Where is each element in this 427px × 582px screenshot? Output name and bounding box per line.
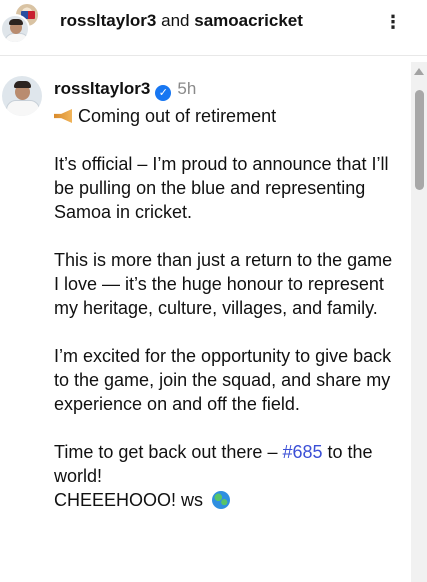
caption-paragraph: It’s official – I’m proud to announce th… bbox=[54, 154, 389, 222]
avatar-rossltaylor3[interactable] bbox=[0, 14, 30, 44]
megaphone-icon bbox=[54, 109, 72, 123]
header-title: rossltaylor3 and samoacricket bbox=[60, 10, 303, 32]
caption-signoff: CHEEEHOOO! ws bbox=[54, 490, 204, 510]
post-username-link[interactable]: rossltaylor3 bbox=[54, 79, 150, 98]
header-collab-link[interactable]: samoacricket bbox=[194, 11, 303, 30]
post-caption: Coming out of retirement It’s official –… bbox=[54, 104, 399, 536]
globe-icon bbox=[212, 491, 231, 509]
post: rossltaylor3 ✓ 5h Coming out of retirement… bbox=[0, 56, 410, 582]
header-user-link[interactable]: rossltaylor3 bbox=[60, 11, 156, 30]
collab-avatars[interactable] bbox=[0, 0, 48, 48]
caption-paragraph: I’m excited for the opportunity to give … bbox=[54, 346, 392, 414]
more-options-icon[interactable]: ⋮ bbox=[381, 12, 405, 32]
post-timestamp[interactable]: 5h bbox=[177, 79, 196, 98]
scrollbar-thumb[interactable] bbox=[415, 90, 424, 190]
scrollbar[interactable] bbox=[411, 62, 427, 582]
caption-paragraph: This is more than just a return to the g… bbox=[54, 250, 393, 318]
scroll-up-arrow-icon[interactable] bbox=[414, 68, 424, 75]
post-meta: rossltaylor3 ✓ 5h bbox=[54, 78, 196, 102]
post-avatar[interactable] bbox=[2, 76, 42, 116]
caption-headline: Coming out of retirement bbox=[54, 104, 399, 128]
caption-closing: Time to get back out there – #685 to the… bbox=[54, 442, 373, 510]
thread-header: rossltaylor3 and samoacricket ⋮ bbox=[0, 0, 427, 56]
verified-badge-icon: ✓ bbox=[155, 85, 172, 101]
hashtag-link[interactable]: #685 bbox=[282, 442, 322, 462]
header-conjunction: and bbox=[161, 11, 190, 30]
